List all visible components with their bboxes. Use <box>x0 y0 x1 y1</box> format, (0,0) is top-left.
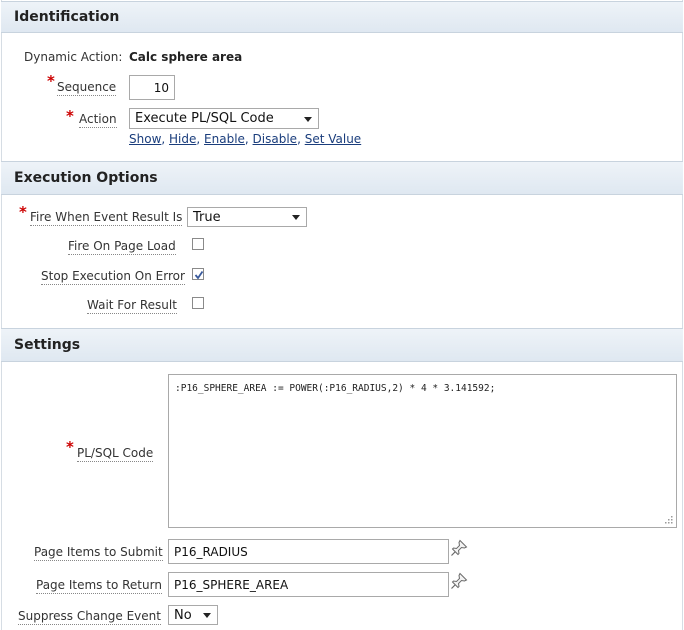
section-header-identification[interactable]: Identification <box>1 1 683 33</box>
plsql-code-text: :P16_SPHERE_AREA := POWER(:P16_RADIUS,2)… <box>175 383 496 394</box>
panel-right-border <box>682 0 683 630</box>
quick-link-disable[interactable]: Disable <box>253 132 298 146</box>
quick-link-set-value[interactable]: Set Value <box>305 132 361 146</box>
page-items-submit-input[interactable]: P16_RADIUS <box>168 539 449 564</box>
chevron-down-icon <box>304 116 312 122</box>
suppress-change-select-value: No <box>174 607 192 623</box>
dynamic-action-label: Dynamic Action: <box>24 50 123 64</box>
section-header-settings[interactable]: Settings <box>1 328 683 362</box>
plsql-code-textarea[interactable]: :P16_SPHERE_AREA := POWER(:P16_RADIUS,2)… <box>168 374 677 528</box>
action-quick-links: Show, Hide, Enable, Disable, Set Value <box>129 132 362 146</box>
fire-on-page-load-checkbox[interactable] <box>192 238 204 250</box>
required-marker-plsql: * <box>66 438 74 456</box>
action-label[interactable]: Action <box>79 112 117 128</box>
suppress-change-select[interactable]: No <box>168 605 218 625</box>
suppress-change-label[interactable]: Suppress Change Event <box>18 609 161 625</box>
check-icon <box>194 270 204 280</box>
section-header-execution-options[interactable]: Execution Options <box>1 161 683 195</box>
chevron-down-icon <box>203 613 211 618</box>
page-items-return-input[interactable]: P16_SPHERE_AREA <box>168 572 449 597</box>
action-select-value: Execute PL/SQL Code <box>135 111 274 126</box>
stop-execution-checkbox[interactable] <box>192 268 204 280</box>
quick-link-show[interactable]: Show <box>129 132 161 146</box>
action-select[interactable]: Execute PL/SQL Code <box>129 108 319 129</box>
fire-when-label[interactable]: Fire When Event Result Is <box>30 210 183 226</box>
plsql-code-label[interactable]: PL/SQL Code <box>77 446 154 462</box>
required-marker-sequence: * <box>47 72 55 90</box>
page-items-return-label[interactable]: Page Items to Return <box>36 578 162 594</box>
wait-for-result-checkbox[interactable] <box>192 297 204 309</box>
dynamic-action-value: Calc sphere area <box>129 50 243 64</box>
sequence-label[interactable]: Sequence <box>57 80 117 96</box>
required-marker-fire-when: * <box>19 203 27 221</box>
required-marker-action: * <box>66 107 74 125</box>
fire-when-select-value: True <box>193 209 221 225</box>
quick-link-hide[interactable]: Hide <box>169 132 196 146</box>
quick-link-enable[interactable]: Enable <box>204 132 245 146</box>
fire-when-select[interactable]: True <box>187 207 307 227</box>
page-items-submit-label[interactable]: Page Items to Submit <box>34 545 163 561</box>
panel-left-border <box>1 0 2 630</box>
chevron-down-icon <box>292 215 300 220</box>
pushpin-icon[interactable] <box>450 539 468 557</box>
fire-on-page-load-label[interactable]: Fire On Page Load <box>68 239 176 255</box>
pushpin-icon[interactable] <box>450 572 468 590</box>
resize-grip-icon[interactable] <box>663 514 673 524</box>
wait-for-result-label[interactable]: Wait For Result <box>87 298 177 314</box>
stop-execution-label[interactable]: Stop Execution On Error <box>41 269 185 285</box>
sequence-input[interactable]: 10 <box>129 75 175 100</box>
